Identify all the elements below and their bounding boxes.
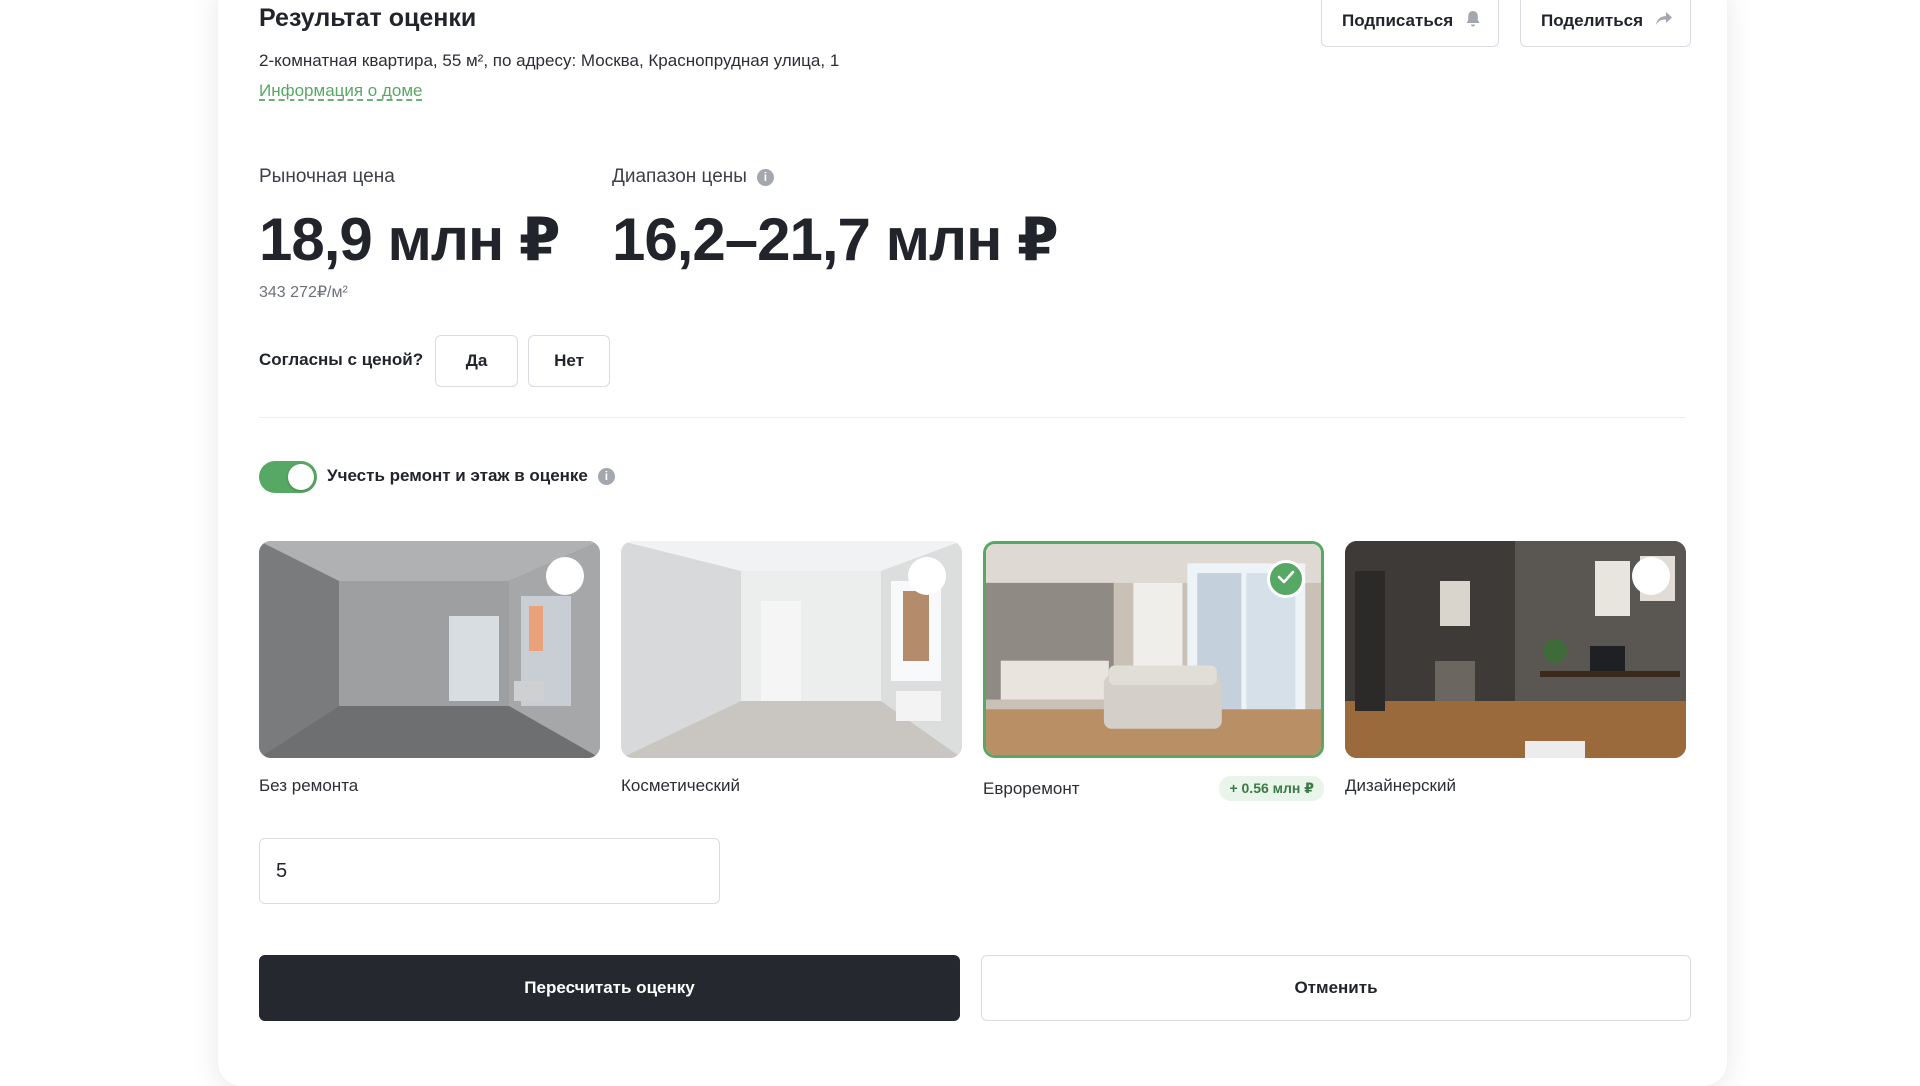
renovation-caption: Дизайнерский	[1345, 776, 1686, 796]
apartment-description: 2-комнатная квартира, 55 м², по адресу: …	[259, 51, 840, 70]
renovation-label: Дизайнерский	[1345, 776, 1456, 795]
renovation-label: Без ремонта	[259, 776, 359, 795]
renovation-caption: Без ремонта	[259, 776, 600, 796]
check-icon	[1277, 570, 1295, 589]
renovation-option-none[interactable]: Без ремонта	[259, 541, 600, 796]
renovation-option-euro[interactable]: Евроремонт + 0.56 млн ₽	[983, 541, 1324, 801]
recalculate-button[interactable]: Пересчитать оценку	[259, 955, 960, 1021]
info-icon[interactable]: i	[597, 467, 615, 485]
price-range-label: Диапазон цены i	[612, 166, 774, 188]
radio-unselected	[908, 557, 946, 595]
agree-question: Согласны с ценой?	[259, 350, 424, 369]
subscribe-button[interactable]: Подписаться	[1321, 0, 1499, 47]
designer-room-image	[1345, 541, 1686, 758]
radio-unselected	[1632, 557, 1670, 595]
price-per-m2: 343 272₽/м²	[259, 284, 348, 301]
price-range-value: 16,2–21,7 млн ₽	[612, 206, 1059, 273]
unfinished-room-image	[259, 541, 600, 758]
toggle-knob	[288, 464, 314, 490]
evaluation-card: Результат оценки 2-комнатная квартира, 5…	[218, 0, 1727, 1086]
floor-input[interactable]	[259, 838, 720, 904]
renovation-label: Евроремонт	[983, 778, 1080, 798]
price-range-label-text: Диапазон цены	[612, 166, 747, 187]
renovation-caption: Евроремонт + 0.56 млн ₽	[983, 776, 1324, 801]
page-title: Результат оценки	[259, 4, 477, 32]
share-button[interactable]: Поделиться	[1520, 0, 1691, 47]
renovation-label: Косметический	[621, 776, 740, 795]
info-icon[interactable]: i	[756, 168, 774, 186]
renovation-caption: Косметический	[621, 776, 962, 796]
agree-yes-button[interactable]: Да	[435, 335, 518, 387]
house-info-link[interactable]: Информация о доме	[259, 81, 423, 101]
share-label: Поделиться	[1541, 11, 1644, 30]
bell-icon	[1465, 10, 1481, 33]
divider	[259, 417, 1686, 418]
market-price-label: Рыночная цена	[259, 166, 395, 188]
renovation-floor-toggle[interactable]	[259, 461, 317, 493]
euro-room-image	[983, 541, 1324, 758]
cosmetic-room-image	[621, 541, 962, 758]
market-price-label-text: Рыночная цена	[259, 166, 395, 187]
radio-unselected	[546, 557, 584, 595]
toggle-label-text: Учесть ремонт и этаж в оценке	[327, 466, 588, 485]
market-price-value: 18,9 млн ₽	[259, 206, 561, 273]
subscribe-label: Подписаться	[1342, 11, 1454, 30]
cancel-button[interactable]: Отменить	[981, 955, 1691, 1021]
agree-no-button[interactable]: Нет	[528, 335, 610, 387]
toggle-label: Учесть ремонт и этаж в оценке i	[327, 466, 615, 486]
radio-selected	[1267, 560, 1305, 598]
price-delta-badge: + 0.56 млн ₽	[1219, 776, 1324, 801]
share-arrow-icon	[1655, 11, 1673, 31]
renovation-option-designer[interactable]: Дизайнерский	[1345, 541, 1686, 796]
renovation-option-cosmetic[interactable]: Косметический	[621, 541, 962, 796]
